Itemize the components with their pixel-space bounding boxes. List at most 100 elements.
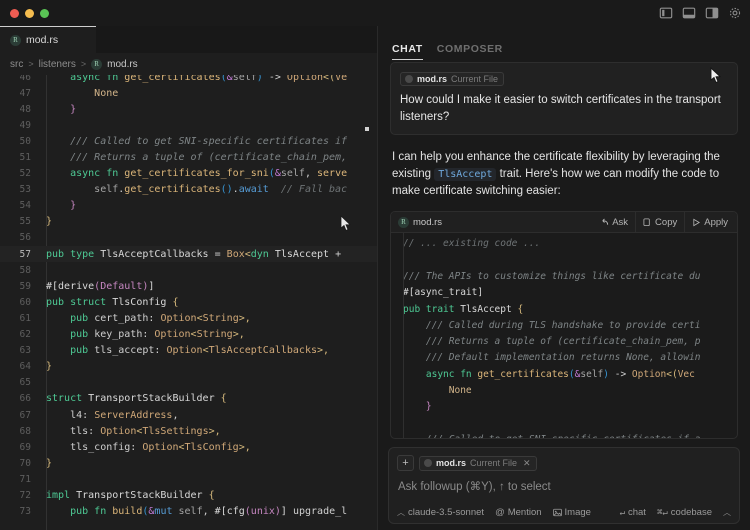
line-content: struct TransportStackBuilder { <box>40 393 377 404</box>
close-window-button[interactable] <box>10 9 19 18</box>
image-button[interactable]: Image <box>553 507 591 518</box>
line-number: 54 <box>0 200 40 211</box>
line-content: tls_config: Option<TlsConfig>, <box>40 442 377 453</box>
codeblock-line-0: // ... existing code ... <box>391 238 737 254</box>
breadcrumb-file[interactable]: mod.rs <box>107 59 138 70</box>
play-triangle-icon <box>692 218 701 227</box>
line-content: pub struct TlsConfig { <box>40 297 377 308</box>
model-selector[interactable]: ︿ claude-3.5-sonnet <box>397 507 484 518</box>
line-number: 46 <box>0 75 40 83</box>
codeblock-apply-label: Apply <box>704 217 728 228</box>
code-line-49: 49 <box>0 117 377 133</box>
titlebar-layout-controls <box>659 0 742 26</box>
cmd-enter-icon: ⌘↵ <box>657 508 668 518</box>
code-line-51: 51 /// Returns a tuple of (certificate_c… <box>0 149 377 165</box>
line-number: 47 <box>0 88 40 99</box>
line-content: } <box>40 200 377 211</box>
line-content: pub fn build(&mut self, #[cfg(unix)] upg… <box>40 506 377 517</box>
send-codebase-hint[interactable]: ⌘↵ codebase <box>657 507 712 518</box>
line-content: pub type TlsAcceptCallbacks = Box<dyn Tl… <box>40 249 377 260</box>
code-line-64: 64} <box>0 359 377 375</box>
code-editor[interactable]: 46 async fn get_certificates(&self) -> O… <box>0 75 377 530</box>
user-message: mod.rs Current File How could I make it … <box>390 62 738 135</box>
line-number: 71 <box>0 474 40 485</box>
line-content: pub key_path: Option<String>, <box>40 329 377 340</box>
composer-context-pill[interactable]: mod.rs Current File ✕ <box>419 456 537 471</box>
line-content: } <box>40 104 377 115</box>
line-content: impl TransportStackBuilder { <box>40 490 377 501</box>
codeblock-line-11 <box>391 418 737 434</box>
composer-pill-sub: Current File <box>470 458 517 468</box>
line-number: 64 <box>0 361 40 372</box>
composer-footer-right: ↵ chat ⌘↵ codebase ︿ <box>620 507 731 518</box>
rust-file-icon-breadcrumb: R <box>91 59 102 70</box>
send-codebase-label: codebase <box>671 507 712 518</box>
line-number: 66 <box>0 393 40 404</box>
gear-icon[interactable] <box>728 6 742 20</box>
codeblock-copy-button[interactable]: Copy <box>635 212 684 233</box>
codeblock-indent-guide <box>403 233 404 438</box>
line-number: 67 <box>0 410 40 421</box>
main-split: R mod.rs src > listeners > R mod.rs 46 a… <box>0 26 750 530</box>
context-pill-modrs[interactable]: mod.rs Current File <box>400 72 504 86</box>
panel-left-icon[interactable] <box>659 6 673 20</box>
line-content: async fn get_certificates(&self) -> Opti… <box>40 75 377 83</box>
panel-bottom-icon[interactable] <box>682 6 696 20</box>
codeblock-apply-button[interactable]: Apply <box>684 212 735 233</box>
inline-code-tlsaccept: TlsAccept <box>434 168 496 181</box>
panel-right-icon[interactable] <box>705 6 719 20</box>
code-line-72: 72impl TransportStackBuilder { <box>0 487 377 503</box>
tab-chat[interactable]: CHAT <box>392 43 435 62</box>
close-icon[interactable]: ✕ <box>523 458 531 469</box>
image-icon <box>553 508 562 517</box>
tab-composer[interactable]: COMPOSER <box>435 43 515 62</box>
mention-label: Mention <box>508 507 542 518</box>
chevron-right-icon: > <box>28 59 33 69</box>
breadcrumb-segment-src[interactable]: src <box>10 59 23 70</box>
codeblock-line-3: #[async_trait] <box>391 287 737 303</box>
minimize-window-button[interactable] <box>25 9 34 18</box>
codeblock-ask-button[interactable]: Ask <box>593 212 635 233</box>
line-content: /// Called to get SNI-specific certifica… <box>40 136 377 147</box>
editor-tab-modrs[interactable]: R mod.rs <box>0 26 96 53</box>
model-label: claude-3.5-sonnet <box>408 507 484 518</box>
code-line-46: 46 async fn get_certificates(&self) -> O… <box>0 75 377 85</box>
line-content: #[derive(Default)] <box>40 281 377 292</box>
chat-input[interactable]: Ask followup (⌘Y), ↑ to select <box>397 471 731 507</box>
code-line-48: 48 } <box>0 101 377 117</box>
code-line-57: 57pub type TlsAcceptCallbacks = Box<dyn … <box>0 246 377 262</box>
composer-footer: ︿ claude-3.5-sonnet @ Mention Image <box>397 507 731 518</box>
maximize-window-button[interactable] <box>40 9 49 18</box>
reply-arrow-icon <box>600 218 609 227</box>
context-pill-sub: Current File <box>451 74 498 84</box>
line-content: /// Returns a tuple of (certificate_chai… <box>40 152 377 163</box>
copy-icon <box>643 218 652 227</box>
breadcrumb-segment-listeners[interactable]: listeners <box>39 59 76 70</box>
codeblock-file: R mod.rs <box>398 217 593 228</box>
line-number: 61 <box>0 313 40 324</box>
chevron-up-icon-footer[interactable]: ︿ <box>723 507 731 518</box>
codeblock-ask-label: Ask <box>612 217 628 228</box>
image-label: Image <box>565 507 591 518</box>
send-chat-hint[interactable]: ↵ chat <box>620 507 646 518</box>
add-context-button[interactable]: + <box>397 455 414 471</box>
line-content: tls: Option<TlsSettings>, <box>40 426 377 437</box>
line-number: 65 <box>0 377 40 388</box>
codeblock-file-label: mod.rs <box>413 217 442 228</box>
code-line-65: 65 <box>0 375 377 391</box>
codeblock-line-9: None <box>391 385 737 401</box>
codeblock-body[interactable]: // ... existing code ... /// The APIs to… <box>391 233 737 438</box>
mention-button[interactable]: @ Mention <box>495 507 541 518</box>
codeblock-copy-label: Copy <box>655 217 677 228</box>
codeblock-lines: // ... existing code ... /// The APIs to… <box>391 238 737 438</box>
line-number: 53 <box>0 184 40 195</box>
code-line-61: 61 pub cert_path: Option<String>, <box>0 310 377 326</box>
codeblock-line-10: } <box>391 401 737 417</box>
line-content: } <box>40 361 377 372</box>
editor-tab-label: mod.rs <box>26 34 58 46</box>
chat-messages-scroll[interactable]: mod.rs Current File How could I make it … <box>378 62 750 447</box>
codeblock-line-1 <box>391 255 737 271</box>
line-number: 55 <box>0 216 40 227</box>
line-number: 62 <box>0 329 40 340</box>
enter-key-icon: ↵ <box>620 508 625 518</box>
